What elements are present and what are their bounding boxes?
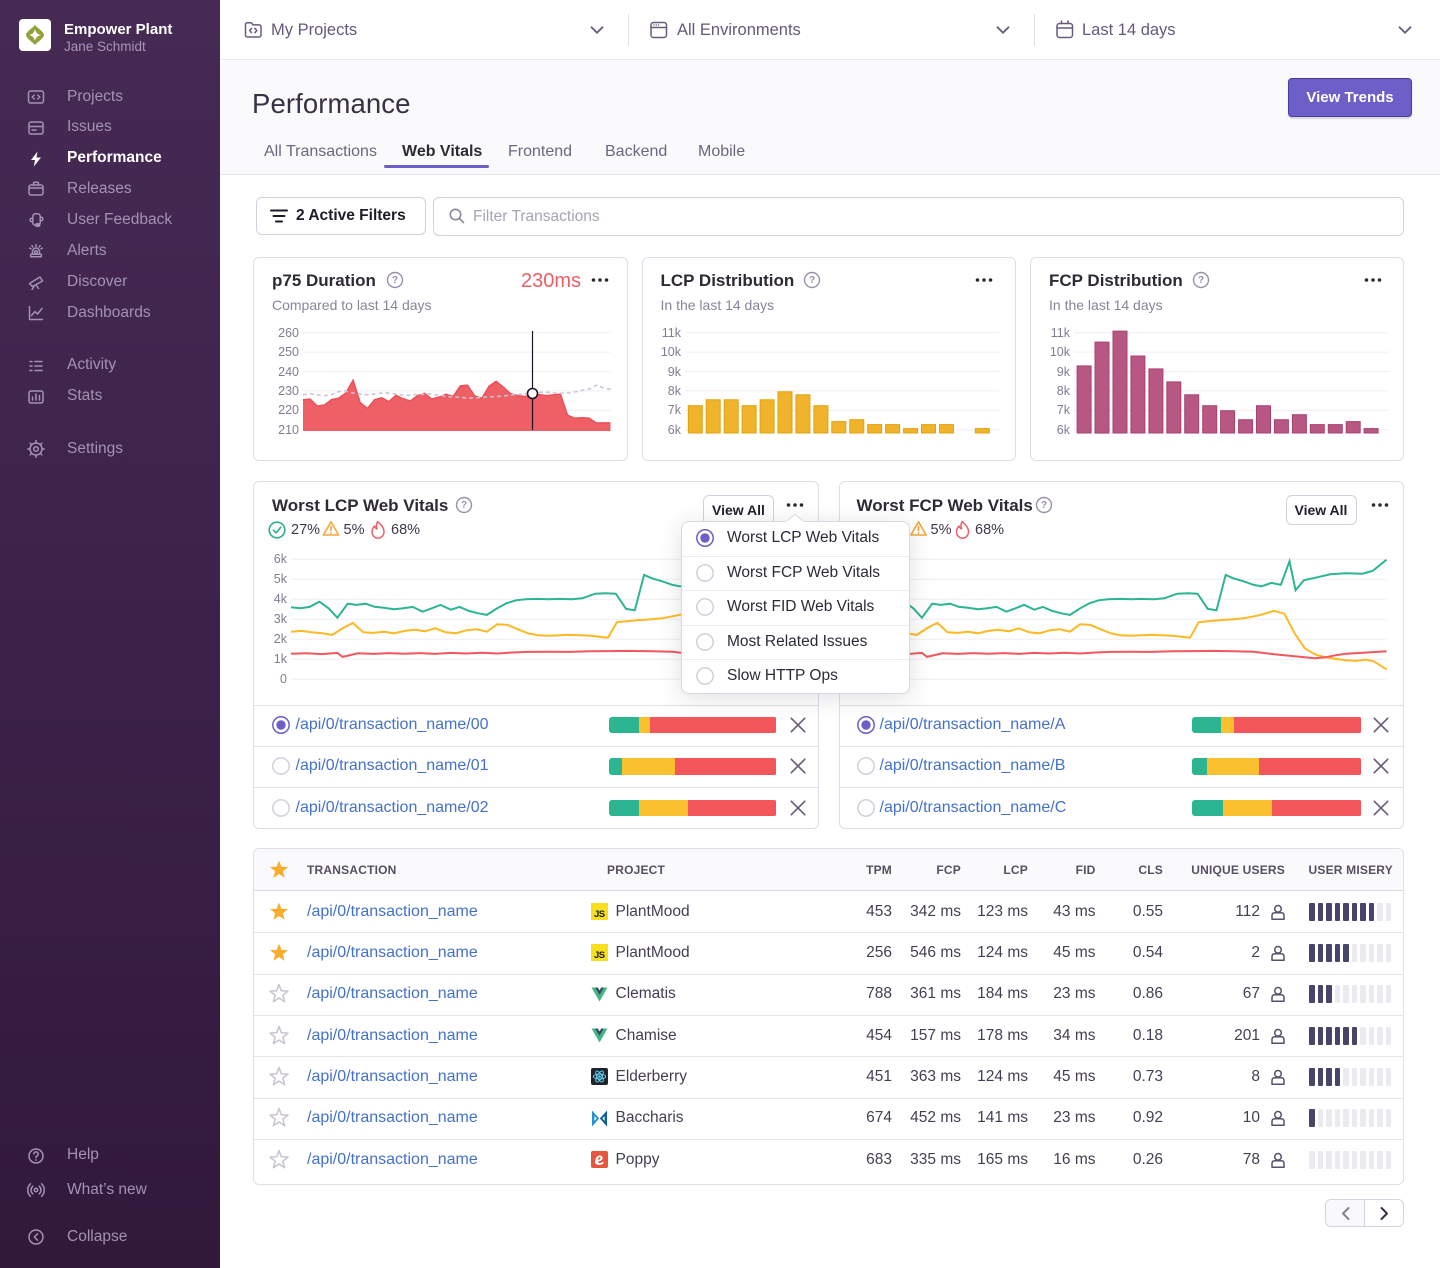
svg-text:?: ? [809,275,815,286]
svg-text:?: ? [1041,500,1047,511]
svg-text:?: ? [1198,275,1204,286]
svg-text:?: ? [461,500,467,511]
svg-text:?: ? [392,275,398,286]
